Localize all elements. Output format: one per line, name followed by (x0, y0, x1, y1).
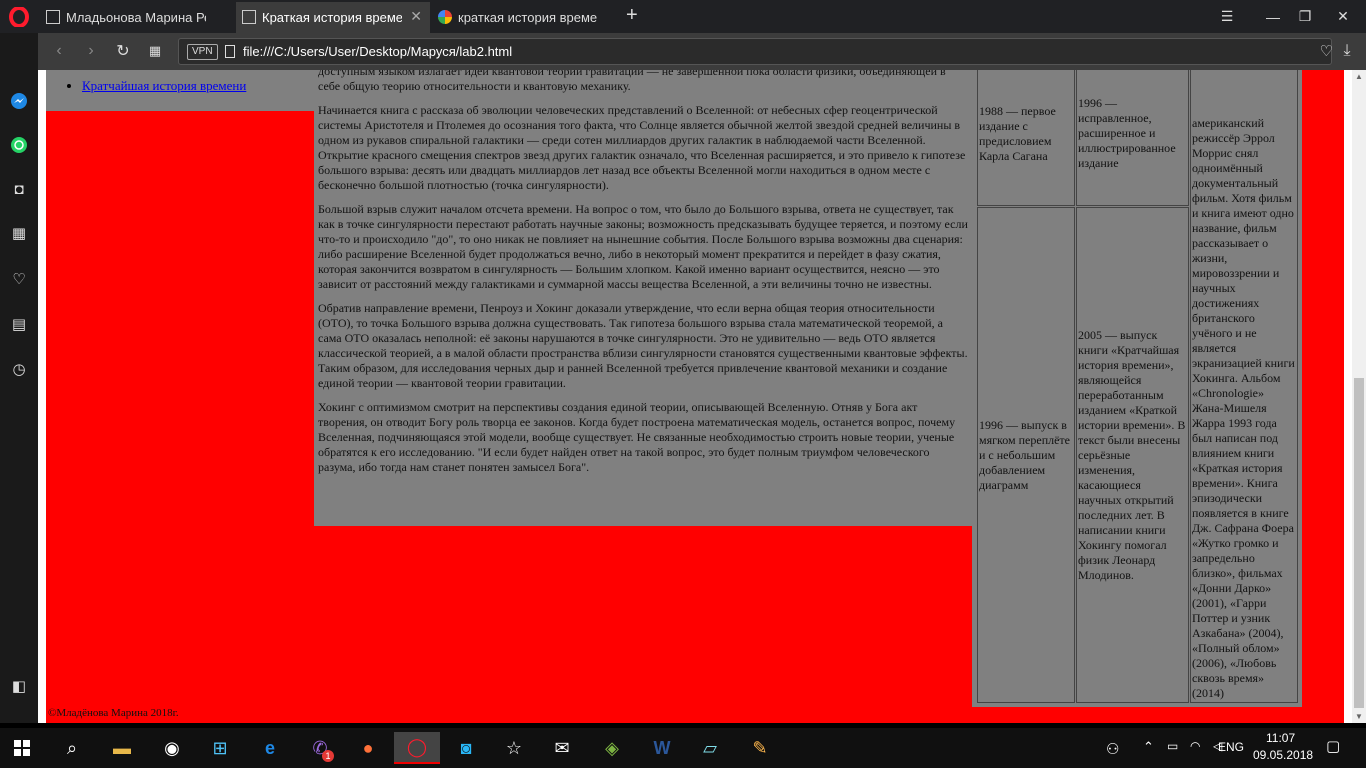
instagram-icon[interactable]: ◙ (446, 732, 486, 764)
mail-icon[interactable]: ✉ (542, 732, 582, 764)
table-cell: 2005 — выпуск книги «Кратчайшая история … (1076, 207, 1189, 703)
store-icon[interactable]: ⊞ (200, 732, 240, 764)
page-footer: ©Младёнова Марина 2018г. (48, 707, 179, 719)
word-icon[interactable]: W (642, 732, 682, 764)
whatsapp-icon[interactable] (8, 134, 30, 156)
messenger-icon[interactable] (8, 90, 30, 112)
tab-bar: Младьонова Марина Рез Краткая история вр… (0, 0, 1366, 33)
history-clock-icon[interactable]: ◷ (8, 358, 30, 380)
article-paragraph: доступным языком излагает идеи квантовой… (318, 70, 946, 93)
opera-menu-button[interactable] (0, 0, 38, 33)
close-window-button[interactable]: ✕ (1320, 0, 1366, 33)
address-toolbar: ‹ › ↻ ▦ VPN file:///C:/Users/User/Deskto… (38, 33, 1366, 70)
camera-icon[interactable]: ◘ (8, 178, 30, 200)
tab-2[interactable]: Краткая история времени ✕ (236, 2, 430, 33)
language-indicator[interactable]: ENG (1218, 740, 1244, 754)
edge-icon[interactable]: e (250, 732, 290, 764)
firefox-icon[interactable]: ● (348, 732, 388, 764)
forward-button[interactable]: › (78, 39, 104, 63)
clock-date[interactable]: 09.05.2018 (1253, 748, 1313, 762)
tab-menu-icon[interactable]: ☰ (1204, 0, 1250, 33)
download-icon[interactable]: ⤓ (1334, 39, 1360, 63)
opera-logo-icon (9, 6, 29, 27)
article-paragraph: Обратив направление времени, Пенроуз и Х… (318, 301, 968, 390)
page-left-margin (38, 70, 46, 723)
people-icon[interactable]: ⚇ (1106, 740, 1119, 758)
clock-time[interactable]: 11:07 (1266, 731, 1295, 745)
paint-icon[interactable]: ✎ (740, 732, 780, 764)
scroll-up-icon[interactable]: ▲ (1355, 72, 1363, 81)
page-nav: Кратчайшая история времени (46, 70, 314, 111)
notepad-icon[interactable]: ▱ (690, 732, 730, 764)
file-icon (225, 45, 235, 58)
search-icon[interactable]: ⌕ (52, 732, 92, 764)
network-icon[interactable]: ◠ (1190, 739, 1200, 753)
start-windows-icon[interactable] (2, 732, 42, 764)
tab-1[interactable]: Младьонова Марина Рез (40, 2, 234, 33)
vertical-scrollbar[interactable]: ▲ ▼ (1352, 70, 1366, 723)
opera-taskbar-icon[interactable]: ◯ (394, 732, 440, 764)
app-icon[interactable]: ◈ (592, 732, 632, 764)
editions-table-block: 1988 — первое издание с предисловием Кар… (972, 70, 1302, 707)
address-bar[interactable]: VPN file:///C:/Users/User/Desktop/Маруся… (178, 38, 1333, 65)
notification-badge: 1 (322, 750, 334, 762)
web-page: Кратчайшая история времени доступным язы… (46, 70, 1344, 723)
new-tab-button[interactable]: + (626, 4, 638, 27)
reload-button[interactable]: ↻ (110, 39, 136, 63)
page-favicon-icon (242, 10, 256, 24)
table-cell: 1988 — первое издание с предисловием Кар… (977, 70, 1075, 206)
article-paragraph: Начинается книга с рассказа об эволюции … (318, 103, 966, 192)
page-right-margin (1344, 70, 1352, 723)
bookmarks-heart-icon[interactable]: ♡ (8, 268, 30, 290)
table-cell: 1996 — исправленное, расширенное и иллюс… (1076, 70, 1189, 206)
file-explorer-icon[interactable]: ▬ (102, 732, 142, 764)
bookmark-heart-icon[interactable]: ♡ (1320, 42, 1333, 60)
url-text[interactable]: file:///C:/Users/User/Desktop/Маруся/lab… (243, 44, 512, 59)
notifications-icon[interactable]: ▢ (1326, 737, 1340, 755)
star-app-icon[interactable]: ☆ (494, 732, 534, 764)
tab-3[interactable]: краткая история времени (432, 2, 622, 33)
close-tab-icon[interactable]: ✕ (410, 8, 422, 25)
page-favicon-icon (46, 10, 60, 24)
nav-link[interactable]: Кратчайшая история времени (82, 78, 246, 93)
article-paragraph: Большой взрыв служит началом отсчета вре… (318, 202, 968, 291)
editions-table: 1988 — первое издание с предисловием Кар… (976, 70, 1299, 704)
windows-taskbar: ⌕ ▬ ◉ ⊞ e ✆ 1 ● ◯ ◙ ☆ ✉ ◈ W ▱ ✎ ⚇ ⌃ ▭ ◠ ◁… (0, 728, 1366, 768)
tray-chevron-up-icon[interactable]: ⌃ (1143, 739, 1154, 755)
article-paragraph: Хокинг с оптимизмом смотрит на перспекти… (318, 400, 956, 474)
back-button[interactable]: ‹ (46, 39, 72, 63)
scrollbar-thumb[interactable] (1354, 378, 1364, 708)
sidebar-toggle-icon[interactable]: ◧ (8, 675, 30, 697)
speed-dial-icon[interactable]: ▦ (142, 39, 168, 63)
table-cell: 1996 — выпуск в мягком переплёте и с неб… (977, 207, 1075, 703)
battery-icon[interactable]: ▭ (1167, 739, 1178, 753)
speed-dial-sidebar-icon[interactable]: ▦ (8, 222, 30, 244)
media-app-icon[interactable]: ◉ (152, 732, 192, 764)
nav-list-item: Кратчайшая история времени (82, 78, 246, 94)
viber-icon[interactable]: ✆ 1 (300, 732, 340, 764)
opera-sidebar: ◘ ▦ ♡ ▤ ◷ ◧ (0, 33, 38, 723)
article: доступным языком излагает идеи квантовой… (314, 70, 972, 526)
table-cell: американский режиссёр Эррол Моррис снял … (1190, 70, 1298, 703)
vpn-badge[interactable]: VPN (187, 44, 218, 60)
google-icon (438, 10, 452, 24)
scroll-down-icon[interactable]: ▼ (1355, 712, 1363, 721)
news-icon[interactable]: ▤ (8, 313, 30, 335)
